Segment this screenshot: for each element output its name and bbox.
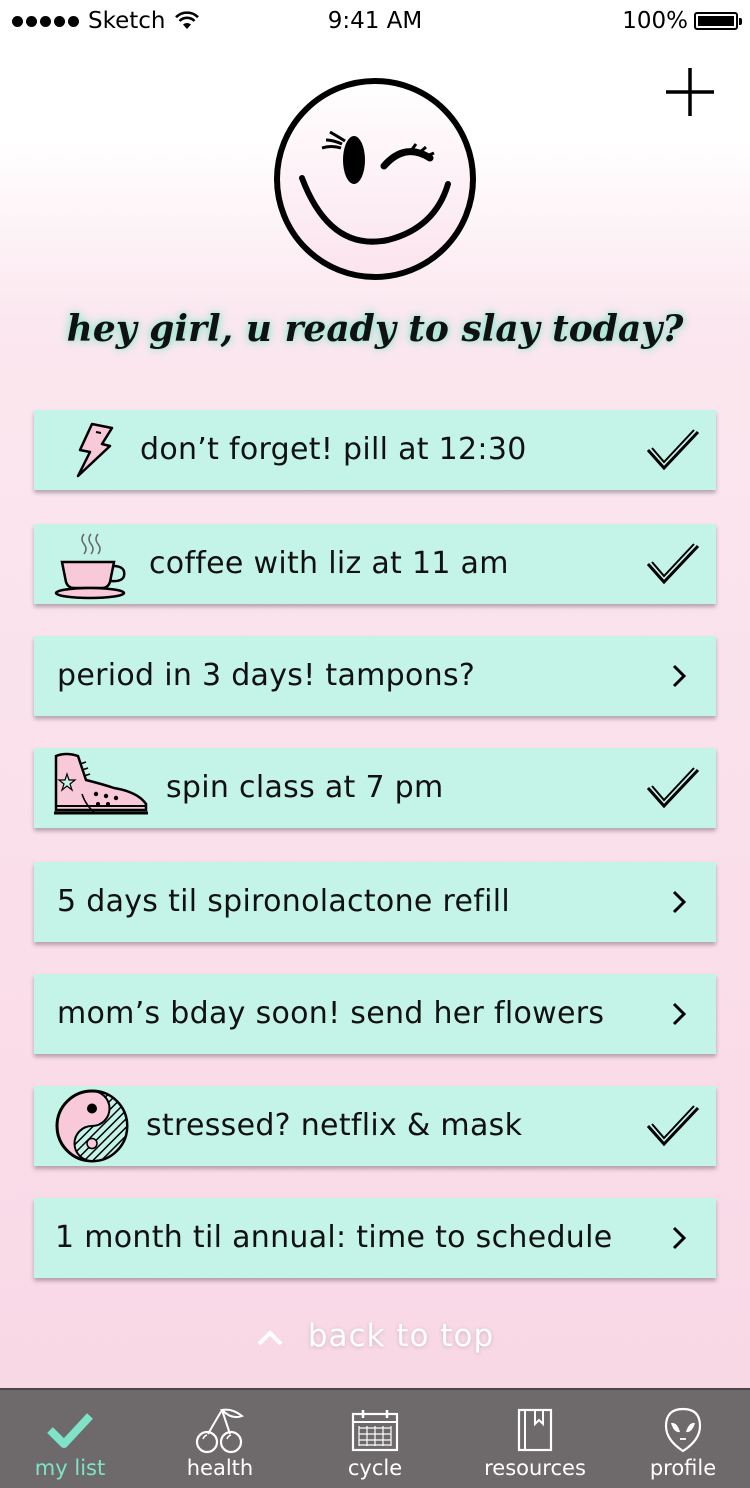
- status-bar: Sketch 9:41 AM 100%: [0, 0, 750, 44]
- chevron-right-icon[interactable]: [672, 1002, 686, 1026]
- calendar-icon: [351, 1410, 399, 1452]
- chevron-right-icon[interactable]: [672, 1226, 686, 1250]
- tab-cycle[interactable]: cycle: [325, 1390, 425, 1488]
- reminder-card[interactable]: don’t forget! pill at 12:30: [34, 410, 716, 490]
- coffee-cup-icon: [54, 533, 126, 600]
- back-to-top-label: back to top: [307, 1318, 495, 1354]
- reminder-label: don’t forget! pill at 12:30: [140, 432, 527, 467]
- reminder-label: mom’s bday soon! send her flowers: [57, 996, 605, 1031]
- greeting-text: hey girl, u ready to slay today?: [66, 308, 684, 350]
- sneaker-icon: [54, 752, 148, 815]
- tab-resources[interactable]: resources: [475, 1390, 595, 1488]
- yin-yang-icon: [55, 1089, 129, 1163]
- alien-icon: [664, 1407, 702, 1453]
- reminder-label: 1 month til annual: time to schedule: [55, 1220, 613, 1255]
- tab-label: profile: [649, 1456, 717, 1480]
- winking-smiley-icon: [274, 78, 476, 280]
- plus-icon: [666, 68, 714, 116]
- reminder-label: period in 3 days! tampons?: [57, 658, 476, 693]
- tab-label: cycle: [347, 1456, 403, 1480]
- checkmark-icon[interactable]: [644, 1104, 702, 1150]
- reminder-label: stressed? netflix & mask: [146, 1108, 523, 1143]
- battery-status: 100%: [622, 8, 742, 34]
- battery-percent: 100%: [622, 8, 688, 34]
- checkmark-icon: [47, 1413, 93, 1448]
- tab-bar: my list health cycle resources profile: [0, 1388, 750, 1488]
- tab-profile[interactable]: profile: [633, 1390, 733, 1488]
- lightning-bolt-icon: [76, 422, 114, 478]
- reminder-card[interactable]: coffee with liz at 11 am: [34, 524, 716, 604]
- checkmark-icon[interactable]: [644, 428, 702, 474]
- tab-label: my list: [34, 1456, 106, 1480]
- chevron-right-icon[interactable]: [672, 890, 686, 914]
- tab-my-list[interactable]: my list: [20, 1390, 120, 1488]
- reminder-card[interactable]: spin class at 7 pm: [34, 748, 716, 828]
- checkmark-icon[interactable]: [644, 542, 702, 588]
- reminder-card[interactable]: mom’s bday soon! send her flowers: [34, 974, 716, 1054]
- cherries-icon: [195, 1408, 244, 1454]
- reminder-label: coffee with liz at 11 am: [149, 546, 509, 581]
- reminder-label: spin class at 7 pm: [166, 770, 444, 805]
- battery-icon: [694, 12, 742, 30]
- reminder-card[interactable]: 1 month til annual: time to schedule: [34, 1198, 716, 1278]
- reminder-card[interactable]: 5 days til spironolactone refill: [34, 862, 716, 942]
- tab-health[interactable]: health: [170, 1390, 270, 1488]
- reminder-card[interactable]: stressed? netflix & mask: [34, 1086, 716, 1166]
- checkmark-icon[interactable]: [644, 766, 702, 812]
- back-to-top-link[interactable]: back to top: [0, 1318, 750, 1354]
- reminder-card[interactable]: period in 3 days! tampons?: [34, 636, 716, 716]
- chevron-up-icon: [257, 1329, 283, 1345]
- book-icon: [517, 1408, 553, 1452]
- tab-label: resources: [484, 1456, 586, 1480]
- reminder-label: 5 days til spironolactone refill: [57, 884, 510, 919]
- tab-label: health: [186, 1456, 254, 1480]
- chevron-right-icon[interactable]: [672, 664, 686, 688]
- add-button[interactable]: [664, 66, 716, 118]
